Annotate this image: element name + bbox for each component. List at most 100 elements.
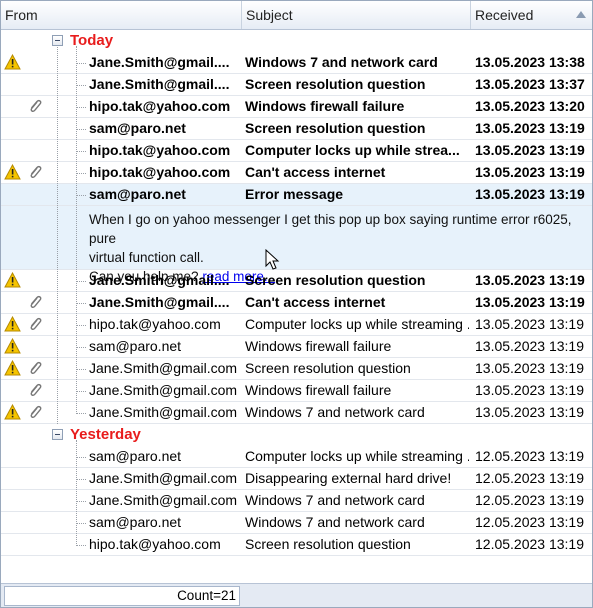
message-row[interactable]: Jane.Smith@gmail.... Windows 7 and networ… <box>1 52 592 74</box>
cell-from: sam@paro.net <box>89 186 186 202</box>
cell-from: hipo.tak@yahoo.com <box>89 164 231 180</box>
tree-connector <box>76 347 86 348</box>
message-row[interactable]: Jane.Smith@gmail.com Windows 7 and networ… <box>1 490 592 512</box>
cell-from: hipo.tak@yahoo.com <box>89 316 221 332</box>
group-header-yesterday[interactable]: Yesterday <box>1 424 592 446</box>
preview-line: When I go on yahoo messenger I get this … <box>89 212 572 246</box>
warning-icon <box>4 403 21 420</box>
cell-from: hipo.tak@yahoo.com <box>89 536 221 552</box>
group-header-today[interactable]: Today <box>1 30 592 52</box>
tree-connector <box>76 545 86 546</box>
cell-from: Jane.Smith@gmail.com <box>89 360 238 376</box>
message-row[interactable]: Jane.Smith@gmail.... Screen resolution qu… <box>1 270 592 292</box>
tree-connector <box>76 107 86 108</box>
tree-connector <box>76 129 86 130</box>
message-row[interactable]: Jane.Smith@gmail.... Screen resolution qu… <box>1 74 592 96</box>
cell-received: 13.05.2023 13:38 <box>475 54 585 70</box>
cell-received: 13.05.2023 13:19 <box>475 142 585 158</box>
warning-icon <box>4 337 21 354</box>
tree-connector <box>76 391 86 392</box>
group-label: Yesterday <box>70 426 141 443</box>
message-row[interactable]: Jane.Smith@gmail.com Disappearing externa… <box>1 468 592 490</box>
message-row[interactable]: sam@paro.net Windows firewall failure 13.0… <box>1 336 592 358</box>
cell-from: sam@paro.net <box>89 338 182 354</box>
tree-connector <box>76 413 86 414</box>
cell-received: 13.05.2023 13:19 <box>475 272 585 288</box>
message-row[interactable]: hipo.tak@yahoo.com Screen resolution ques… <box>1 534 592 556</box>
cell-from: hipo.tak@yahoo.com <box>89 142 231 158</box>
cell-subject: Computer locks up while streaming ... <box>245 448 469 464</box>
cell-from: sam@paro.net <box>89 120 186 136</box>
message-row[interactable]: Jane.Smith@gmail.com Windows 7 and networ… <box>1 402 592 424</box>
message-preview: When I go on yahoo messenger I get this … <box>1 206 592 284</box>
message-row[interactable]: hipo.tak@yahoo.com Windows firewall failu… <box>1 96 592 118</box>
tree-connector <box>76 195 86 196</box>
cell-subject: Error message <box>245 186 344 202</box>
cell-subject: Windows firewall failure <box>245 338 392 354</box>
message-row[interactable]: Jane.Smith@gmail.... Can't access interne… <box>1 292 592 314</box>
attachment-icon <box>28 165 42 180</box>
cell-received: 13.05.2023 13:19 <box>475 186 585 202</box>
cell-from: hipo.tak@yahoo.com <box>89 98 231 114</box>
cell-received: 13.05.2023 13:19 <box>475 382 584 398</box>
preview-line: virtual function call. <box>89 250 204 265</box>
tree-connector <box>76 63 86 64</box>
message-row[interactable]: hipo.tak@yahoo.com Computer locks up whil… <box>1 140 592 162</box>
attachment-icon <box>28 295 42 310</box>
cell-subject: Windows 7 and network card <box>245 492 425 508</box>
cell-subject: Can't access internet <box>245 164 386 180</box>
tree-line <box>76 46 77 414</box>
from-header-label: From <box>5 7 38 23</box>
attachment-icon <box>28 383 42 398</box>
cell-from: Jane.Smith@gmail.com <box>89 492 238 508</box>
cell-from: Jane.Smith@gmail.... <box>89 272 230 288</box>
cell-received: 13.05.2023 13:37 <box>475 76 585 92</box>
tree-connector <box>76 523 86 524</box>
count-label: Count=21 <box>177 588 236 603</box>
warning-icon <box>4 315 21 332</box>
column-header-received[interactable]: Received <box>471 1 592 29</box>
cell-subject: Screen resolution question <box>245 76 426 92</box>
cell-from: Jane.Smith@gmail.com <box>89 470 238 486</box>
cell-received: 13.05.2023 13:19 <box>475 294 585 310</box>
tree-connector <box>76 325 86 326</box>
cell-from: sam@paro.net <box>89 514 182 530</box>
message-row[interactable]: sam@paro.net Windows 7 and network card 12… <box>1 512 592 534</box>
cell-received: 13.05.2023 13:19 <box>475 316 584 332</box>
cell-from: sam@paro.net <box>89 448 182 464</box>
cell-subject: Disappearing external hard drive! <box>245 470 452 486</box>
attachment-icon <box>28 317 42 332</box>
cell-subject: Windows firewall failure <box>245 98 405 114</box>
column-header-subject[interactable]: Subject <box>242 1 471 29</box>
cell-received: 12.05.2023 13:19 <box>475 470 584 486</box>
message-row[interactable]: sam@paro.net Computer locks up while stre… <box>1 446 592 468</box>
message-row[interactable]: sam@paro.net Screen resolution question 13… <box>1 118 592 140</box>
warning-icon <box>4 53 21 70</box>
message-row[interactable]: hipo.tak@yahoo.com Computer locks up whil… <box>1 314 592 336</box>
cell-subject: Windows 7 and network card <box>245 54 438 70</box>
column-header-bar: From Subject Received <box>1 1 592 30</box>
message-row[interactable]: Jane.Smith@gmail.com Screen resolution qu… <box>1 358 592 380</box>
cell-from: Jane.Smith@gmail.... <box>89 54 230 70</box>
tree-connector <box>76 85 86 86</box>
attachment-icon <box>28 361 42 376</box>
warning-icon <box>4 359 21 376</box>
warning-icon <box>4 163 21 180</box>
column-header-from[interactable]: From <box>1 1 242 29</box>
message-row[interactable]: Jane.Smith@gmail.com Windows firewall fai… <box>1 380 592 402</box>
message-row[interactable]: sam@paro.net Error message 13.05.2023 13:1… <box>1 184 592 206</box>
cell-subject: Screen resolution question <box>245 272 426 288</box>
tree-line <box>76 440 77 546</box>
received-header-label: Received <box>475 7 534 23</box>
cell-received: 12.05.2023 13:19 <box>475 536 584 552</box>
message-grid[interactable]: From Subject Received Today Jane.Smith@gm… <box>0 0 593 608</box>
message-row[interactable]: hipo.tak@yahoo.com Can't access internet 1… <box>1 162 592 184</box>
collapse-toggle-icon[interactable] <box>52 35 63 46</box>
collapse-toggle-icon[interactable] <box>52 429 63 440</box>
cell-from: Jane.Smith@gmail.... <box>89 76 230 92</box>
attachment-icon <box>28 405 42 420</box>
cell-received: 13.05.2023 13:19 <box>475 360 584 376</box>
cell-subject: Windows 7 and network card <box>245 514 425 530</box>
cell-received: 13.05.2023 13:19 <box>475 404 584 420</box>
cell-from: Jane.Smith@gmail.com <box>89 382 238 398</box>
